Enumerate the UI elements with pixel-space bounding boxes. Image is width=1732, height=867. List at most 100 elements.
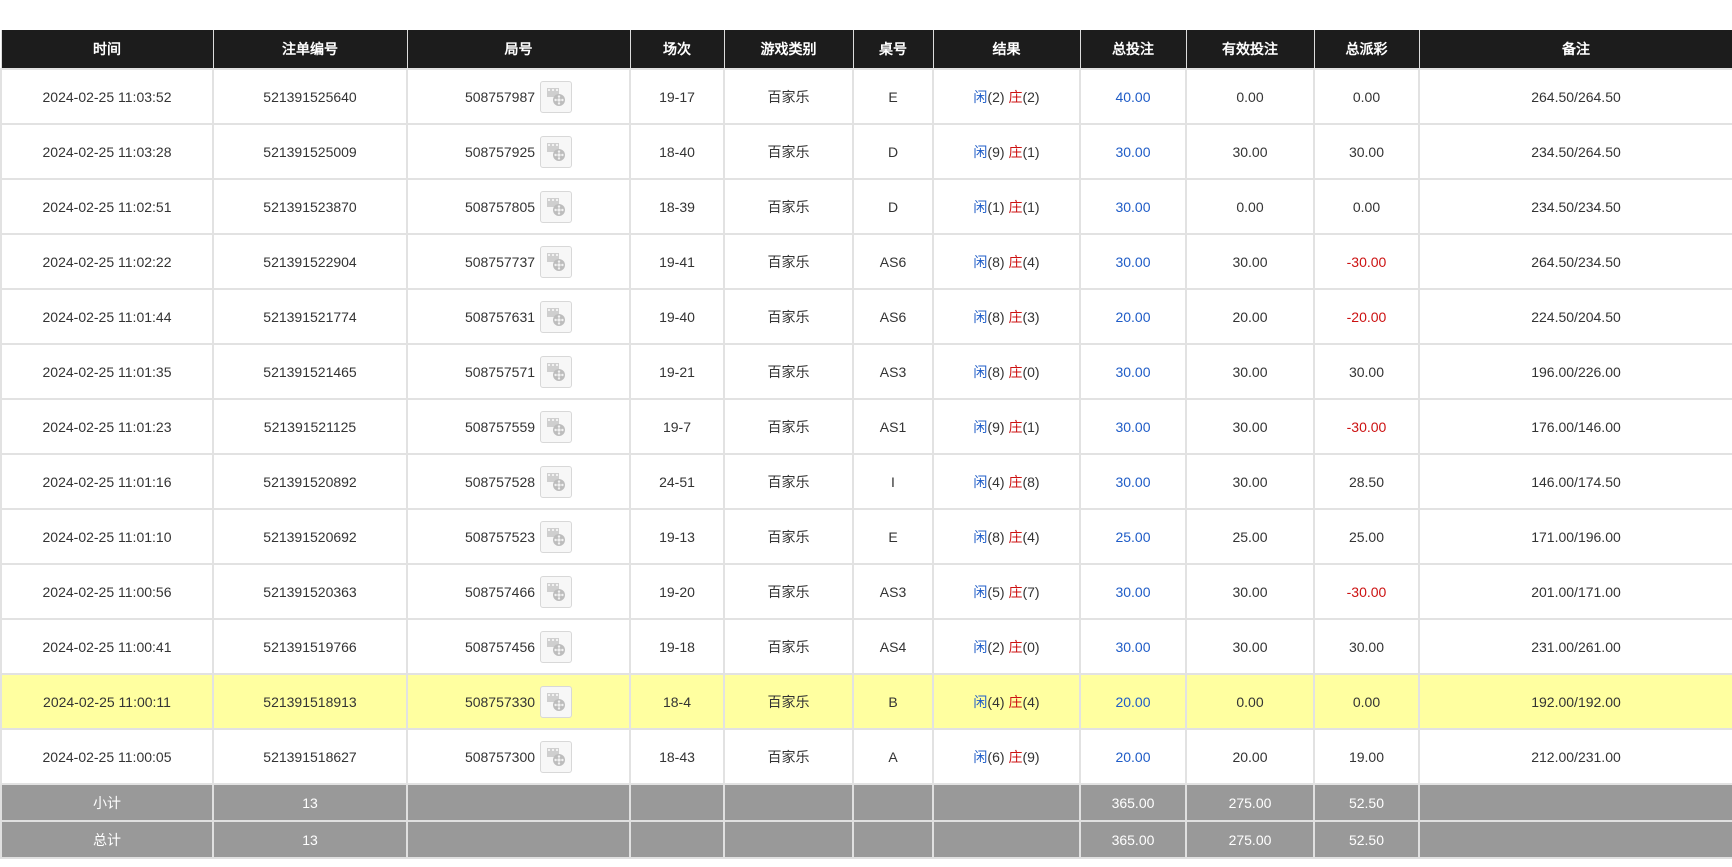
summary-valid-bet: 275.00 (1185, 820, 1315, 859)
summary-row: 小计 13 365.00 275.00 52.50 (0, 783, 1732, 822)
round-number: 508757805 (464, 198, 536, 215)
cell-total-payout: 0.00 (1313, 68, 1420, 125)
banker-score: (4) (1022, 693, 1040, 710)
film-reel-icon[interactable] (540, 135, 573, 168)
cell-session: 19-40 (629, 288, 725, 345)
table-row: 2024-02-25 11:03:52 521391525640 5087579… (0, 68, 1732, 125)
film-reel-icon[interactable] (540, 80, 573, 113)
player-score: (9) (987, 418, 1005, 435)
summary-row: 总计 13 365.00 275.00 52.50 (0, 820, 1732, 859)
cell-order-number: 521391519766 (212, 618, 408, 675)
cell-order-number: 521391520363 (212, 563, 408, 620)
film-reel-icon[interactable] (540, 685, 573, 718)
film-reel-icon[interactable] (540, 520, 573, 553)
banker-label: 庄 (1008, 693, 1023, 710)
cell-total-bet: 30.00 (1079, 123, 1187, 180)
cell-total-bet: 30.00 (1079, 453, 1187, 510)
cell-order-number: 521391521774 (212, 288, 408, 345)
player-label: 闲 (973, 308, 988, 325)
table-row: 2024-02-25 11:00:05 521391518627 5087573… (0, 728, 1732, 785)
round-number: 508757631 (464, 308, 536, 325)
round-number: 508757456 (464, 638, 536, 655)
cell-round-number: 508757456 (406, 618, 631, 675)
summary-empty (629, 820, 725, 859)
cell-table-number: AS4 (852, 618, 934, 675)
banker-label: 庄 (1008, 308, 1023, 325)
banker-score: (4) (1022, 528, 1040, 545)
film-reel-icon[interactable] (540, 410, 573, 443)
summary-empty (406, 820, 631, 859)
cell-table-number: AS3 (852, 563, 934, 620)
cell-time: 2024-02-25 11:01:16 (0, 453, 214, 510)
cell-total-payout: 19.00 (1313, 728, 1420, 785)
film-reel-icon[interactable] (540, 740, 573, 773)
cell-time: 2024-02-25 11:01:23 (0, 398, 214, 455)
cell-total-payout: 30.00 (1313, 123, 1420, 180)
cell-valid-bet: 30.00 (1185, 233, 1315, 290)
banker-label: 庄 (1008, 363, 1023, 380)
summary-empty (852, 783, 934, 822)
banker-score: (1) (1022, 418, 1040, 435)
cell-time: 2024-02-25 11:01:10 (0, 508, 214, 565)
summary-label: 小计 (0, 783, 214, 822)
banker-score: (1) (1022, 143, 1040, 160)
cell-order-number: 521391518913 (212, 673, 408, 730)
player-label: 闲 (973, 473, 988, 490)
cell-note: 224.50/204.50 (1418, 288, 1732, 345)
table-row: 2024-02-25 11:00:11 521391518913 5087573… (0, 673, 1732, 730)
cell-round-number: 508757987 (406, 68, 631, 125)
cell-round-number: 508757523 (406, 508, 631, 565)
cell-round-number: 508757631 (406, 288, 631, 345)
round-number: 508757559 (464, 418, 536, 435)
cell-round-number: 508757528 (406, 453, 631, 510)
header-total-bet: 总投注 (1079, 30, 1187, 69)
cell-game-type: 百家乐 (723, 233, 854, 290)
cell-valid-bet: 30.00 (1185, 123, 1315, 180)
summary-empty (932, 783, 1081, 822)
summary-empty (723, 783, 854, 822)
film-reel-icon[interactable] (540, 355, 573, 388)
cell-table-number: D (852, 178, 934, 235)
banker-label: 庄 (1008, 473, 1023, 490)
cell-valid-bet: 0.00 (1185, 68, 1315, 125)
film-reel-icon[interactable] (540, 465, 573, 498)
cell-valid-bet: 20.00 (1185, 728, 1315, 785)
cell-session: 18-43 (629, 728, 725, 785)
film-reel-icon[interactable] (540, 245, 573, 278)
bet-records: 时间 注单编号 局号 场次 游戏类别 桌号 结果 总投注 有效投注 总派彩 备注… (0, 30, 1732, 859)
cell-note: 264.50/234.50 (1418, 233, 1732, 290)
cell-game-type: 百家乐 (723, 728, 854, 785)
cell-game-type: 百家乐 (723, 178, 854, 235)
header-total-payout: 总派彩 (1313, 30, 1420, 69)
banker-label: 庄 (1008, 418, 1023, 435)
header-note: 备注 (1418, 30, 1732, 69)
round-number: 508757925 (464, 143, 536, 160)
cell-valid-bet: 20.00 (1185, 288, 1315, 345)
banker-label: 庄 (1008, 528, 1023, 545)
player-label: 闲 (973, 748, 988, 765)
player-score: (5) (987, 583, 1005, 600)
table-row: 2024-02-25 11:01:23 521391521125 5087575… (0, 398, 1732, 455)
film-reel-icon[interactable] (540, 190, 573, 223)
cell-note: 264.50/264.50 (1418, 68, 1732, 125)
summary-valid-bet: 275.00 (1185, 783, 1315, 822)
banker-label: 庄 (1008, 198, 1023, 215)
summary-count: 13 (212, 820, 408, 859)
cell-result: 闲(4) 庄(4) (932, 673, 1081, 730)
summary-empty (629, 783, 725, 822)
cell-round-number: 508757330 (406, 673, 631, 730)
player-label: 闲 (973, 143, 988, 160)
summary-empty (1418, 783, 1732, 822)
film-reel-icon[interactable] (540, 630, 573, 663)
cell-session: 18-4 (629, 673, 725, 730)
cell-total-bet: 40.00 (1079, 68, 1187, 125)
cell-result: 闲(8) 庄(4) (932, 508, 1081, 565)
cell-result: 闲(8) 庄(4) (932, 233, 1081, 290)
film-reel-icon[interactable] (540, 300, 573, 333)
cell-note: 196.00/226.00 (1418, 343, 1732, 400)
film-reel-icon[interactable] (540, 575, 573, 608)
cell-result: 闲(6) 庄(9) (932, 728, 1081, 785)
header-time: 时间 (0, 30, 214, 69)
cell-session: 19-21 (629, 343, 725, 400)
summary-empty (406, 783, 631, 822)
